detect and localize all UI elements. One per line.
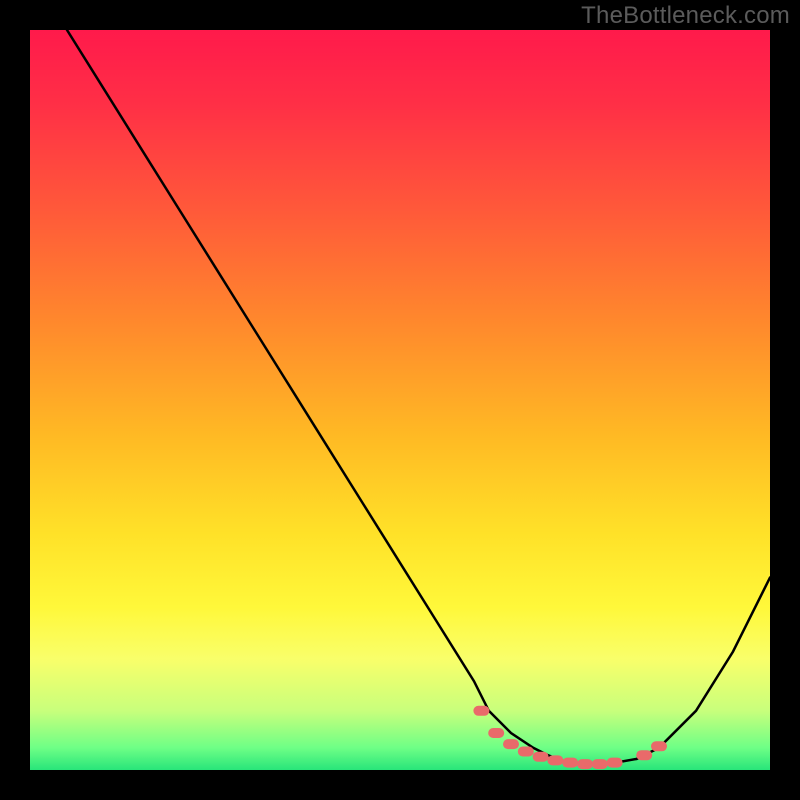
chart-svg: [30, 30, 770, 770]
chart-frame: TheBottleneck.com: [0, 0, 800, 800]
highlight-marker: [547, 755, 563, 765]
highlight-marker: [488, 728, 504, 738]
highlight-marker: [577, 759, 593, 769]
highlight-marker: [636, 750, 652, 760]
highlight-marker: [473, 706, 489, 716]
highlight-marker: [533, 752, 549, 762]
highlight-marker: [518, 747, 534, 757]
highlight-marker: [651, 741, 667, 751]
bottleneck-curve-line: [67, 30, 770, 764]
highlight-marker: [562, 758, 578, 768]
highlight-marker: [592, 759, 608, 769]
highlight-marker: [503, 739, 519, 749]
watermark-label: TheBottleneck.com: [581, 2, 790, 30]
plot-area: [30, 30, 770, 770]
highlight-marker: [607, 758, 623, 768]
